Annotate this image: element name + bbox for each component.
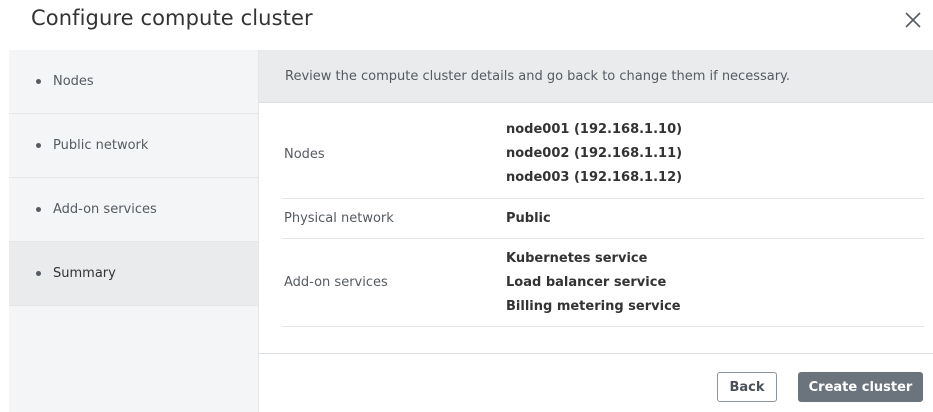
sidebar-item-label: Summary xyxy=(53,266,116,281)
sidebar-item-label: Public network xyxy=(53,138,149,153)
configure-cluster-dialog: Configure compute cluster Nodes Public n… xyxy=(0,0,933,412)
sidebar-item-summary[interactable]: Summary xyxy=(9,242,258,306)
bullet-icon xyxy=(36,79,41,84)
table-row: Physical network Public xyxy=(282,199,924,239)
sidebar-item-public-network[interactable]: Public network xyxy=(9,114,258,178)
row-values: Kubernetes service Load balancer service… xyxy=(506,247,681,319)
row-label: Add-on services xyxy=(284,275,388,290)
back-button[interactable]: Back xyxy=(717,372,777,402)
table-row: Nodes node001 (192.168.1.10) node002 (19… xyxy=(282,110,924,199)
bullet-icon xyxy=(36,207,41,212)
sidebar-item-label: Nodes xyxy=(53,74,94,89)
row-values: node001 (192.168.1.10) node002 (192.168.… xyxy=(506,118,682,190)
bullet-icon xyxy=(36,143,41,148)
dialog-footer: Back Create cluster xyxy=(259,353,933,412)
row-label: Nodes xyxy=(284,146,325,162)
row-value: node003 (192.168.1.12) xyxy=(506,170,683,185)
row-value: Kubernetes service xyxy=(506,250,648,266)
sidebar-item-add-on-services[interactable]: Add-on services xyxy=(9,178,258,242)
row-value: Public xyxy=(506,210,551,226)
wizard-steps-sidebar: Nodes Public network Add-on services Sum… xyxy=(9,50,259,412)
create-cluster-button[interactable]: Create cluster xyxy=(798,372,923,402)
row-value: node002 (192.168.1.11) xyxy=(506,146,683,161)
sidebar-item-label: Add-on services xyxy=(53,202,157,217)
sidebar-item-nodes[interactable]: Nodes xyxy=(9,50,258,114)
close-icon[interactable] xyxy=(903,10,923,30)
summary-table: Nodes node001 (192.168.1.10) node002 (19… xyxy=(282,110,924,327)
row-label: Physical network xyxy=(284,211,394,226)
row-value: Billing metering service xyxy=(506,298,681,314)
row-value: Load balancer service xyxy=(506,274,667,290)
table-row: Add-on services Kubernetes service Load … xyxy=(282,239,924,327)
bullet-icon xyxy=(36,271,41,276)
dialog-title: Configure compute cluster xyxy=(31,6,313,30)
row-value: node001 (192.168.1.10) xyxy=(506,122,683,137)
summary-banner: Review the compute cluster details and g… xyxy=(259,50,933,103)
row-values: Public xyxy=(506,207,551,231)
summary-panel: Review the compute cluster details and g… xyxy=(259,50,933,412)
